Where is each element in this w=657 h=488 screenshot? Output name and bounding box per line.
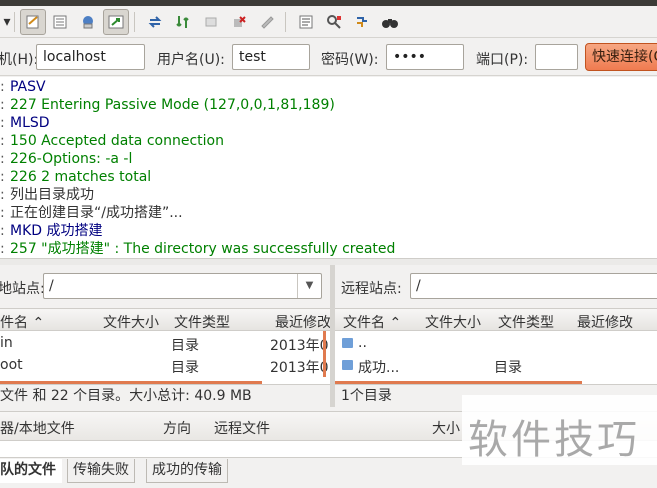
toggle-remote-tree-icon[interactable] — [75, 9, 101, 35]
queue-col-direction[interactable]: 方向 — [163, 418, 191, 438]
main-toolbar: ▾ — [0, 6, 657, 38]
vertical-scrollbar[interactable] — [323, 331, 326, 377]
table-row[interactable]: in 目录 2013年0 — [0, 332, 330, 354]
remote-col-type[interactable]: 文件类型 — [498, 312, 554, 332]
log-line: :226 2 matches total — [0, 169, 152, 185]
host-label: 机(H): — [0, 52, 39, 68]
local-col-name[interactable]: 件名 ⌃ — [0, 312, 44, 332]
process-queue-icon[interactable] — [170, 9, 196, 35]
folder-icon — [342, 360, 353, 370]
remote-col-name[interactable]: 文件名 ⌃ — [343, 312, 401, 332]
tab-successful-transfers[interactable]: 成功的传输 — [146, 459, 228, 483]
filter-icon[interactable] — [293, 9, 319, 35]
username-label: 用户名(U): — [157, 52, 225, 68]
tab-queued-files[interactable]: 队的文件 — [0, 459, 62, 483]
password-input[interactable]: •••• — [386, 44, 464, 70]
transfer-queue-icon[interactable] — [103, 9, 129, 35]
table-row[interactable]: .. — [335, 332, 657, 354]
remote-pane: 远程站点: / 文件名 ⌃ 文件大小 文件类型 最近修改 .. 成功... 目录… — [335, 265, 657, 407]
host-input[interactable]: localhost — [36, 44, 145, 70]
reconnect-icon[interactable] — [254, 9, 280, 35]
watermark-text: 软件技巧 — [468, 417, 640, 463]
local-file-list[interactable]: 件名 ⌃ 文件大小 文件类型 最近修改 in 目录 2013年0 oot 目录 … — [0, 308, 330, 384]
password-label: 密码(W): — [321, 52, 379, 68]
log-line: : 列出目录成功 — [0, 187, 94, 203]
sort-up-icon: ⌃ — [32, 315, 45, 331]
port-input[interactable] — [535, 44, 578, 70]
disconnect-icon[interactable] — [226, 9, 252, 35]
remote-file-list[interactable]: 文件名 ⌃ 文件大小 文件类型 最近修改 .. 成功... 目录 — [335, 308, 657, 384]
log-line: :257 "成功搭建" : The directory was successf… — [0, 241, 396, 257]
local-status: 文件 和 22 个目录。大小总计: 40.9 MB — [0, 384, 330, 407]
remote-site-path: / — [416, 278, 421, 294]
table-row[interactable]: 成功... 目录 — [335, 354, 657, 376]
message-log: : PASV :227 Entering Passive Mode (127,0,… — [0, 77, 657, 259]
toggle-log-icon[interactable] — [20, 9, 46, 35]
log-line: :227 Entering Passive Mode (127,0,0,1,81… — [0, 97, 335, 113]
watermark: 软件技巧 — [462, 395, 657, 465]
file-name: 成功... — [358, 360, 400, 376]
port-label: 端口(P): — [476, 52, 529, 68]
local-site-combo[interactable]: / ▼ — [43, 273, 322, 299]
log-line: :150 Accepted data connection — [0, 133, 224, 149]
quickconnect-button[interactable]: 快速连接(Q — [585, 43, 657, 71]
chevron-down-icon[interactable]: ▼ — [297, 274, 321, 298]
file-modified: 2013年0 — [270, 338, 329, 354]
remote-list-header: 文件名 ⌃ 文件大小 文件类型 最近修改 — [335, 309, 657, 331]
file-name: in — [0, 335, 13, 351]
file-name: oot — [0, 357, 23, 373]
toolbar-separator — [14, 12, 15, 32]
local-col-modified[interactable]: 最近修改 — [275, 312, 330, 332]
compare-icon[interactable] — [321, 9, 347, 35]
log-line: : 正在创建目录“/成功搭建”... — [0, 205, 183, 221]
file-type: 目录 — [494, 360, 522, 376]
file-type: 目录 — [171, 338, 199, 354]
log-line: : PASV — [0, 79, 46, 95]
remote-site-label: 远程站点: — [341, 281, 402, 297]
log-line: : MKD 成功搭建 — [0, 223, 103, 239]
queue-col-local[interactable]: 器/本地文件 — [0, 418, 75, 438]
queue-col-size[interactable]: 大小 — [432, 418, 460, 438]
file-type: 目录 — [171, 360, 199, 376]
local-site-label: 地站点: — [0, 281, 45, 297]
local-pane: 地站点: / ▼ 件名 ⌃ 文件大小 文件类型 最近修改 in 目录 2013年… — [0, 265, 330, 407]
log-line: :226-Options: -a -l — [0, 151, 133, 167]
remote-col-modified[interactable]: 最近修改 — [577, 312, 633, 332]
local-list-header: 件名 ⌃ 文件大小 文件类型 最近修改 — [0, 309, 330, 331]
toggle-tree-icon[interactable] — [47, 9, 73, 35]
toolbar-separator — [285, 12, 286, 32]
sync-browse-icon[interactable] — [349, 9, 375, 35]
local-col-size[interactable]: 文件大小 — [103, 312, 159, 332]
quickconnect-bar: 机(H): localhost 用户名(U): test 密码(W): ••••… — [0, 38, 657, 76]
table-row[interactable]: oot 目录 2013年0 — [0, 354, 330, 376]
username-input[interactable]: test — [232, 44, 310, 70]
log-line: : MLSD — [0, 115, 50, 131]
refresh-icon[interactable] — [142, 9, 168, 35]
folder-icon — [342, 338, 353, 348]
sitemanager-icon[interactable]: ▾ — [0, 9, 20, 35]
cancel-icon[interactable] — [198, 9, 224, 35]
queue-col-remote[interactable]: 远程文件 — [214, 418, 270, 438]
search-icon[interactable] — [377, 9, 403, 35]
local-col-type[interactable]: 文件类型 — [174, 312, 230, 332]
toolbar-separator — [134, 12, 135, 32]
file-name: .. — [358, 335, 367, 351]
sort-up-icon: ⌃ — [389, 315, 402, 331]
file-modified: 2013年0 — [270, 360, 329, 376]
local-site-path: / — [49, 278, 54, 294]
remote-col-size[interactable]: 文件大小 — [425, 312, 481, 332]
remote-site-combo[interactable]: / — [410, 273, 657, 299]
tab-failed-transfers[interactable]: 传输失败 — [67, 459, 135, 483]
